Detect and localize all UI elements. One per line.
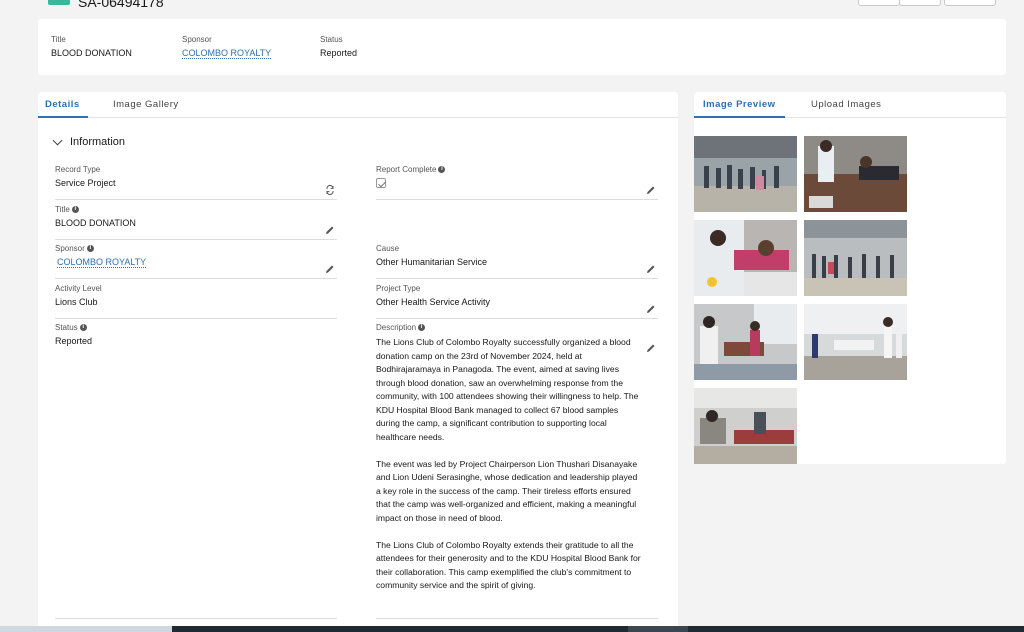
taskbar-segment xyxy=(628,626,688,632)
gallery-image[interactable] xyxy=(694,304,797,380)
field-title: Title i BLOOD DONATION xyxy=(55,205,337,240)
status-value: Reported xyxy=(55,336,93,346)
tab-image-gallery[interactable]: Image Gallery xyxy=(113,99,179,110)
tab-image-preview[interactable]: Image Preview xyxy=(703,99,776,110)
tab-details[interactable]: Details xyxy=(45,99,80,110)
field-activity-level: Activity Level Lions Club xyxy=(55,284,337,319)
highlight-title-value: BLOOD DONATION xyxy=(51,48,132,58)
highlight-status-label: Status xyxy=(320,35,343,44)
sponsor-link[interactable]: COLOMBO ROYALTY xyxy=(57,257,147,268)
gallery-image[interactable] xyxy=(804,136,907,212)
edit-report-complete-pencil-icon[interactable] xyxy=(646,185,656,195)
edit-sponsor-pencil-icon[interactable] xyxy=(325,264,335,274)
sponsor-label: Sponsor xyxy=(55,244,85,253)
field-record-type: Record Type Service Project xyxy=(55,165,337,200)
report-complete-label: Report Complete xyxy=(376,165,437,174)
details-card: Details Image Gallery Information Record… xyxy=(38,92,678,632)
gallery-image[interactable] xyxy=(694,220,797,296)
info-icon[interactable]: i xyxy=(79,324,87,331)
description-value: The Lions Club of Colombo Royalty succes… xyxy=(376,337,641,590)
report-complete-checkbox[interactable] xyxy=(376,178,386,188)
info-icon[interactable]: i xyxy=(86,245,94,252)
record-header: SA-06494178 xyxy=(0,0,1024,12)
header-action-button-3[interactable] xyxy=(944,0,996,6)
highlight-status: Status Reported xyxy=(320,35,357,58)
title-label: Title xyxy=(55,205,70,214)
information-section-title: Information xyxy=(70,136,126,148)
project-type-value: Other Health Service Activity xyxy=(376,297,491,307)
description-label: Description xyxy=(376,323,417,332)
field-description: Description i The Lions Club of Colombo R… xyxy=(376,323,658,619)
activity-level-label: Activity Level xyxy=(55,284,102,293)
edit-project-type-pencil-icon[interactable] xyxy=(646,304,656,314)
edit-title-pencil-icon[interactable] xyxy=(325,225,335,235)
info-icon[interactable]: i xyxy=(71,206,79,213)
gallery-image[interactable] xyxy=(694,136,797,212)
taskbar xyxy=(0,626,1024,632)
edit-cause-pencil-icon[interactable] xyxy=(646,264,656,274)
gallery-image[interactable] xyxy=(694,388,797,464)
header-action-button-2[interactable] xyxy=(899,0,941,6)
image-tabset: Image Preview Upload Images xyxy=(694,92,1006,118)
highlight-sponsor-link[interactable]: COLOMBO ROYALTY xyxy=(182,48,272,59)
field-cause: Cause Other Humanitarian Service xyxy=(376,244,658,279)
field-status: Status i Reported xyxy=(55,323,337,619)
image-preview-card: Image Preview Upload Images xyxy=(694,92,1006,464)
info-icon[interactable]: i xyxy=(418,324,426,331)
highlight-sponsor: Sponsor COLOMBO ROYALTY xyxy=(182,35,272,59)
highlight-sponsor-label: Sponsor xyxy=(182,35,212,44)
status-label: Status xyxy=(55,323,78,332)
record-type-label: Record Type xyxy=(55,165,101,174)
tab-details-underline xyxy=(38,116,88,118)
record-type-icon xyxy=(48,0,70,5)
field-project-type: Project Type Other Health Service Activi… xyxy=(376,284,658,319)
record-number: SA-06494178 xyxy=(78,0,164,10)
header-action-button-1[interactable] xyxy=(858,0,900,6)
details-tabset: Details Image Gallery xyxy=(38,92,678,118)
edit-description-pencil-icon[interactable] xyxy=(646,343,656,353)
taskbar-segment xyxy=(0,626,172,632)
gallery-image[interactable] xyxy=(804,304,907,380)
header-button-group xyxy=(858,0,996,6)
information-section-toggle[interactable]: Information xyxy=(52,135,126,148)
tab-upload-images[interactable]: Upload Images xyxy=(811,99,881,110)
info-icon[interactable]: i xyxy=(438,166,446,173)
cause-label: Cause xyxy=(376,244,400,253)
title-value: BLOOD DONATION xyxy=(55,218,136,228)
change-record-type-icon[interactable] xyxy=(325,185,335,195)
gallery-image[interactable] xyxy=(804,220,907,296)
highlight-status-value: Reported xyxy=(320,48,358,58)
highlights-panel: Title BLOOD DONATION Sponsor COLOMBO ROY… xyxy=(38,19,1006,75)
activity-level-value: Lions Club xyxy=(55,297,98,307)
highlight-title: Title BLOOD DONATION xyxy=(51,35,132,58)
field-report-complete: Report Complete i xyxy=(376,165,658,200)
project-type-label: Project Type xyxy=(376,284,421,293)
chevron-down-icon xyxy=(52,135,63,145)
tab-image-preview-underline xyxy=(694,116,785,118)
record-type-value: Service Project xyxy=(55,178,116,188)
highlight-title-label: Title xyxy=(51,35,66,44)
cause-value: Other Humanitarian Service xyxy=(376,257,488,267)
field-sponsor: Sponsor i COLOMBO ROYALTY xyxy=(55,244,337,279)
